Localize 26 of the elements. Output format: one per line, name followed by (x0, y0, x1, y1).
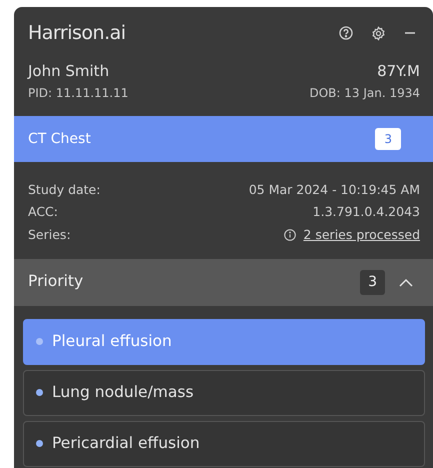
date-of-birth: DOB: 13 Jan. 1934 (309, 85, 420, 102)
finding-item[interactable]: Lung nodule/mass (23, 370, 425, 416)
detail-value: 05 Mar 2024 - 10:19:45 AM (248, 180, 420, 199)
patient-age-sex: 87Y.M (377, 60, 420, 82)
series-link[interactable]: 2 series processed (303, 226, 420, 245)
priority-header[interactable]: Priority 3 (14, 258, 433, 306)
settings-icon[interactable] (371, 26, 386, 41)
bullet-icon (36, 440, 43, 447)
finding-item[interactable]: Pericardial effusion (23, 420, 425, 466)
priority-title: Priority (28, 271, 84, 292)
detail-value: 1.3.791.0.4.2043 (312, 203, 420, 222)
study-bar[interactable]: CT Chest 3 (14, 116, 433, 162)
study-title: CT Chest (28, 130, 91, 148)
bullet-icon (36, 338, 43, 345)
info-icon (284, 229, 296, 242)
patient-name: John Smith (28, 60, 110, 82)
patient-id: PID: 11.11.11.11 (28, 85, 128, 102)
detail-label: ACC: (28, 203, 58, 222)
bullet-icon (36, 389, 43, 396)
help-icon[interactable] (339, 26, 353, 40)
detail-label: Study date: (28, 180, 100, 199)
detail-label: Series: (28, 226, 71, 244)
chevron-icon[interactable] (399, 278, 413, 286)
study-count: 3 (375, 128, 401, 150)
logo: Harrison.ai (28, 21, 126, 46)
priority-count: 3 (360, 270, 385, 294)
